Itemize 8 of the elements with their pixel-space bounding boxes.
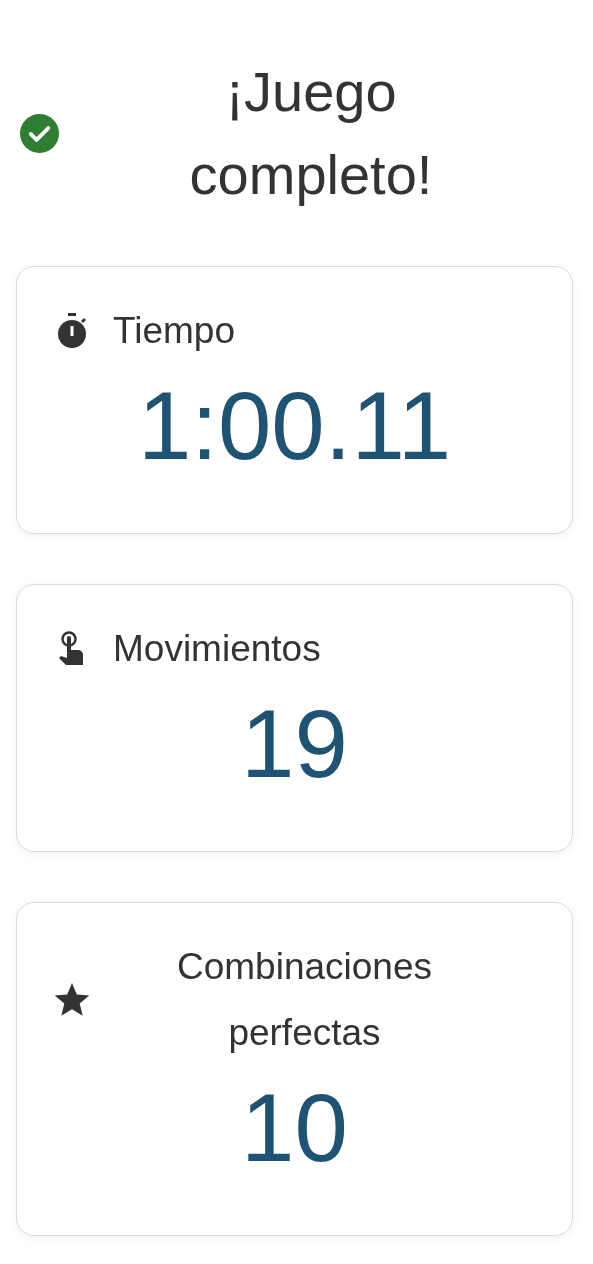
stat-label: Movimientos bbox=[113, 627, 321, 671]
stat-label: Tiempo bbox=[113, 309, 235, 353]
stat-value: 1:00.11 bbox=[136, 371, 453, 481]
star-icon bbox=[53, 981, 91, 1019]
stat-value: 19 bbox=[240, 689, 349, 799]
stat-value: 10 bbox=[240, 1073, 349, 1183]
stat-label: Combinaciones perfectas bbox=[176, 945, 433, 1055]
page-title: ¡Juego completo! bbox=[188, 59, 434, 208]
